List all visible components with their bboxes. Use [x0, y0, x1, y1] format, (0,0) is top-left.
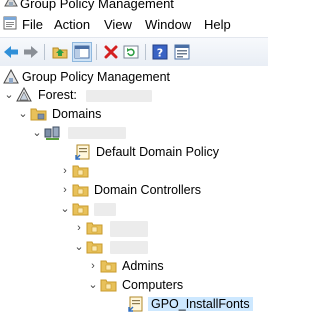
expand-arrow-icon[interactable]: › [60, 184, 70, 196]
tree-label-computers: Computers [122, 278, 184, 292]
expand-arrow-icon[interactable]: › [88, 260, 98, 272]
ou-folder-icon [86, 239, 103, 255]
tree-node-gpo-installfonts[interactable]: GPO_InstallFonts [116, 295, 268, 315]
delete-icon [104, 45, 118, 59]
tree-node-ou-expanded-1[interactable]: ⌄ [60, 200, 268, 220]
redacted-forest-name [86, 90, 152, 102]
collapse-arrow-icon[interactable]: ⌄ [60, 203, 70, 215]
domains-folder-icon [30, 106, 47, 122]
tree-node-admins[interactable]: › Admins [88, 257, 268, 277]
tree-label-domain-controllers: Domain Controllers [94, 183, 201, 197]
system-menu-icon[interactable] [3, 15, 17, 34]
toolbar: ? [0, 37, 268, 67]
back-arrow-icon [4, 46, 18, 58]
properties-icon [174, 44, 190, 60]
gpo-link-icon [75, 144, 92, 160]
toolbar-separator [145, 44, 146, 60]
tree-node-root[interactable]: Group Policy Management [0, 68, 268, 88]
tree-node-ou-collapsed-1[interactable]: › [60, 162, 268, 182]
forward-arrow-icon [24, 46, 38, 58]
tree-node-default-domain-policy[interactable]: Default Domain Policy [62, 143, 268, 163]
collapse-arrow-icon[interactable]: ⌄ [18, 108, 28, 120]
collapse-arrow-icon[interactable]: ⌄ [74, 241, 84, 253]
menu-bar: File Action View Window Help [0, 14, 268, 34]
tree-label-root: Group Policy Management [22, 70, 170, 84]
console-tree: Group Policy Management ⌄ Forest: ⌄ Doma… [0, 66, 268, 312]
tree-label-default-domain-policy: Default Domain Policy [96, 145, 219, 159]
redacted-ou-name [110, 221, 148, 237]
show-hide-console-tree-button[interactable] [72, 42, 92, 62]
redacted-ou-name [110, 241, 148, 254]
title-bar: Group Policy Management [0, 0, 268, 12]
menu-view[interactable]: View [104, 17, 132, 32]
tree-node-computers[interactable]: ⌄ Computers [88, 276, 268, 296]
ou-folder-icon [100, 277, 117, 293]
collapse-arrow-icon[interactable]: ⌄ [88, 279, 98, 291]
gpm-app-icon [4, 0, 18, 11]
gpm-root-icon [3, 68, 20, 85]
delete-button[interactable] [101, 42, 121, 62]
menu-window[interactable]: Window [145, 17, 191, 32]
tree-node-domains[interactable]: ⌄ Domains [18, 105, 268, 125]
expand-arrow-icon[interactable]: › [60, 165, 70, 177]
properties-button[interactable] [172, 42, 192, 62]
tree-node-forest[interactable]: ⌄ Forest: [4, 86, 268, 106]
tree-node-ou-collapsed-2[interactable]: › [74, 219, 268, 239]
window-title: Group Policy Management [20, 0, 174, 11]
ou-folder-icon [72, 201, 89, 217]
ou-folder-icon [72, 163, 89, 179]
back-button[interactable] [1, 42, 21, 62]
menu-help[interactable]: Help [204, 17, 231, 32]
refresh-icon [123, 45, 139, 59]
redacted-domain-name [68, 127, 126, 139]
tree-node-ou-expanded-2[interactable]: ⌄ [74, 238, 268, 258]
tree-node-domain[interactable]: ⌄ [32, 124, 268, 144]
toolbar-separator [44, 44, 45, 60]
show-hide-tree-icon [74, 45, 90, 59]
domain-icon [44, 125, 61, 141]
tree-label-forest: Forest: [38, 88, 77, 102]
menu-file[interactable]: File [22, 17, 43, 32]
ou-folder-icon [100, 258, 117, 274]
ou-folder-icon [86, 220, 103, 236]
redacted-ou-name [94, 203, 116, 216]
toolbar-separator [96, 44, 97, 60]
tree-label-admins: Admins [122, 259, 164, 273]
forward-button[interactable] [21, 42, 41, 62]
up-one-level-button[interactable] [50, 42, 70, 62]
forest-icon [16, 86, 33, 103]
expand-arrow-icon[interactable]: › [74, 222, 84, 234]
ou-folder-icon [72, 182, 89, 198]
svg-text:?: ? [157, 47, 163, 60]
refresh-button[interactable] [121, 42, 141, 62]
collapse-arrow-icon[interactable]: ⌄ [4, 89, 14, 101]
help-button[interactable]: ? [150, 42, 170, 62]
tree-node-domain-controllers[interactable]: › Domain Controllers [60, 181, 268, 201]
tree-label-gpo-installfonts: GPO_InstallFonts [148, 297, 253, 311]
up-folder-icon [52, 47, 68, 59]
help-icon: ? [152, 44, 168, 60]
gpo-link-icon [128, 296, 145, 312]
collapse-arrow-icon[interactable]: ⌄ [32, 127, 42, 139]
tree-label-domains: Domains [52, 107, 102, 121]
menu-action[interactable]: Action [54, 17, 90, 32]
